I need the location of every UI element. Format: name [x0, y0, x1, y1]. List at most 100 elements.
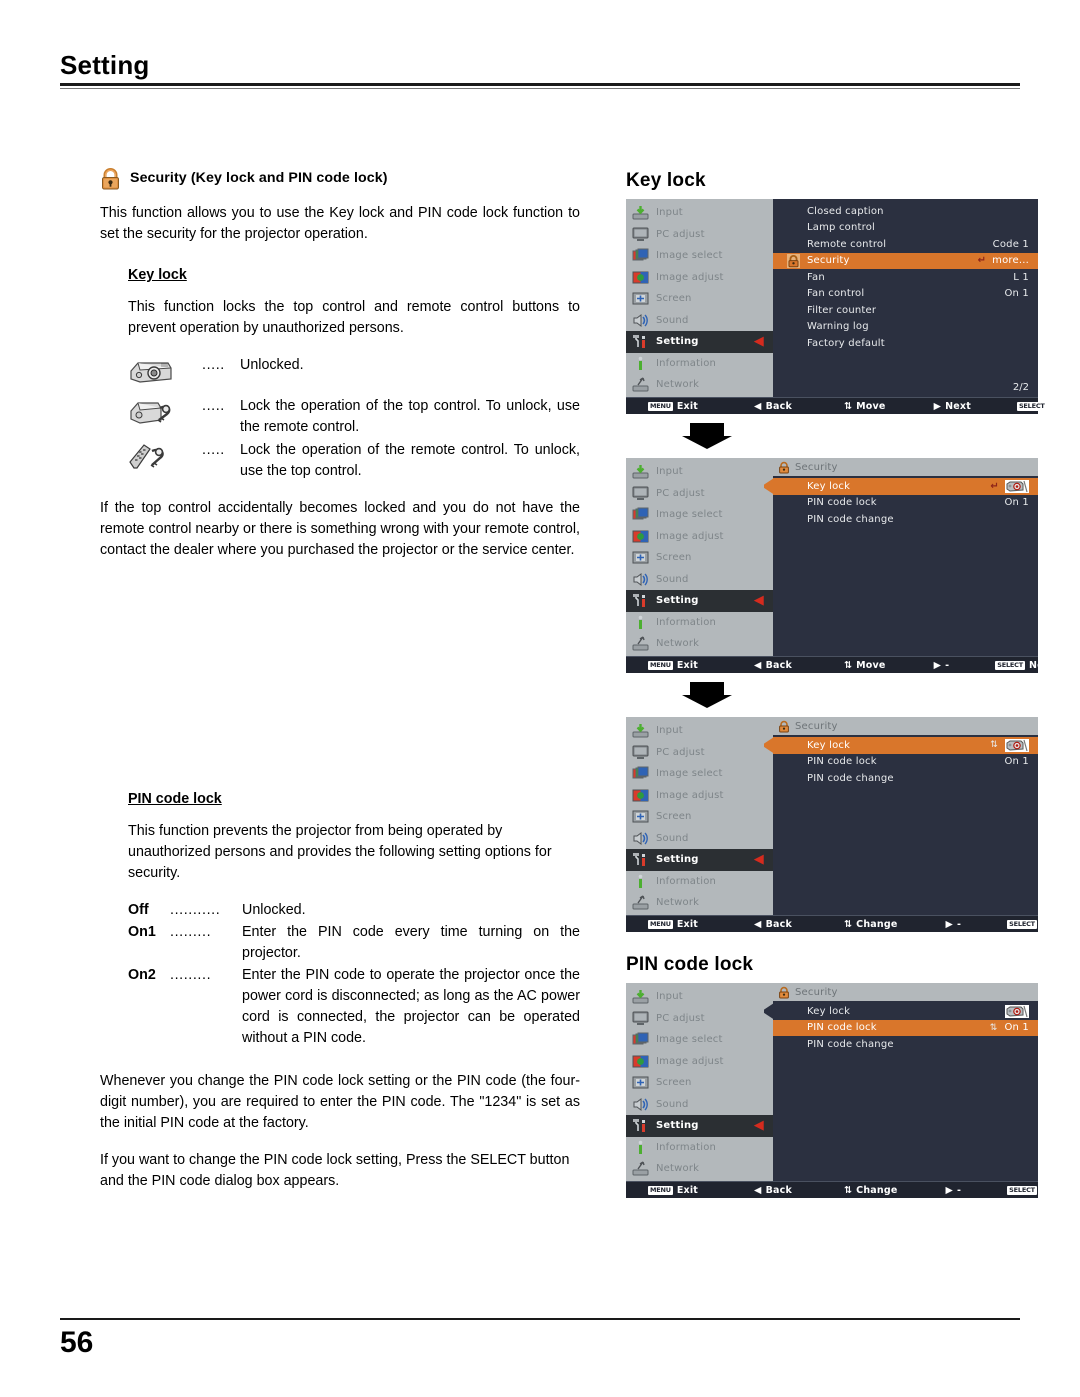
sidebar-item-screen[interactable]: Screen	[626, 806, 773, 828]
menu-row-key-lock[interactable]: Key lock ⇅	[764, 737, 1038, 754]
osd-panel-security-pincodelock: Input PC adjust Image select Image adjus…	[626, 983, 1075, 1218]
padlock-icon	[100, 168, 121, 190]
footer-back[interactable]: ◀ Back	[754, 401, 792, 412]
sidebar-item-image-adjust[interactable]: Image adjust	[626, 526, 773, 548]
menu-row-pin-code-change[interactable]: PIN code change	[773, 1036, 1038, 1053]
menu-row-label: Factory default	[807, 337, 885, 349]
sidebar-item-setting[interactable]: Setting ◀	[626, 849, 782, 871]
sidebar-item-input[interactable]: Input	[626, 461, 773, 483]
footer-change[interactable]: ⇅ Change	[844, 919, 898, 930]
security-heading-label: Security (Key lock and PIN code lock)	[130, 170, 388, 186]
sidebar-item-screen[interactable]: Screen	[626, 547, 773, 569]
right-arrow-icon: ▶	[933, 400, 942, 412]
sidebar-item-network[interactable]: Network	[626, 633, 773, 655]
menu-row-value: On 1	[1004, 288, 1029, 300]
footer-back[interactable]: ◀ Back	[754, 919, 792, 930]
remote-key-icon	[128, 440, 202, 472]
footer-back[interactable]: ◀ Back	[754, 660, 792, 671]
sidebar-item-label: Information	[656, 1141, 717, 1153]
footer-change[interactable]: ⇅ Change	[844, 1185, 898, 1196]
menu-row-value: more...	[992, 255, 1029, 267]
menu-row[interactable]: Filter counter	[773, 302, 1038, 319]
sidebar-item-input[interactable]: Input	[626, 986, 773, 1008]
sidebar-item-network[interactable]: Network	[626, 892, 773, 914]
menu-row[interactable]: Warning log	[773, 319, 1038, 336]
footer-select[interactable]: SELECT Select	[1007, 1185, 1075, 1196]
sidebar-item-screen[interactable]: Screen	[626, 288, 773, 310]
menu-row-pin-code-lock[interactable]: PIN code lock On 1	[773, 754, 1038, 771]
menu-row[interactable]: Remote control Code 1	[773, 236, 1038, 253]
sidebar-item-sound[interactable]: Sound	[626, 569, 773, 591]
sidebar-item-sound[interactable]: Sound	[626, 1094, 773, 1116]
sidebar-item-image-select[interactable]: Image select	[626, 763, 773, 785]
menu-row[interactable]: Fan L 1	[773, 269, 1038, 286]
enter-arrow-icon: ↵	[977, 255, 987, 267]
footer-exit[interactable]: MENU Exit	[648, 1185, 698, 1196]
sidebar-item-setting[interactable]: Setting ◀	[626, 331, 782, 353]
menu-row-pin-code-change[interactable]: PIN code change	[773, 511, 1038, 528]
sidebar-item-network[interactable]: Network	[626, 1158, 773, 1180]
footer-exit[interactable]: MENU Exit	[648, 401, 698, 412]
updown-arrow-icon: ⇅	[990, 740, 998, 751]
menu-row-pin-code-lock[interactable]: PIN code lock On 1	[773, 495, 1038, 512]
sidebar-item-image-select[interactable]: Image select	[626, 245, 773, 267]
footer-exit[interactable]: MENU Exit	[648, 660, 698, 671]
sidebar-item-image-select[interactable]: Image select	[626, 504, 773, 526]
updown-arrow-icon: ⇅	[843, 400, 853, 412]
footer-label: Back	[765, 1184, 792, 1196]
info-icon	[632, 615, 649, 630]
sidebar-item-setting[interactable]: Setting ◀	[626, 590, 782, 612]
menu-row[interactable]: Fan control On 1	[773, 286, 1038, 303]
speaker-icon	[632, 1097, 649, 1112]
osd-menu-list: Security Key lock PIN code lock ⇅ On 1 P…	[764, 983, 1038, 1181]
menu-row-label: Key lock	[807, 739, 851, 751]
panel-head-label: Security	[795, 986, 838, 998]
footer-select[interactable]: SELECT Next	[1016, 401, 1077, 412]
sidebar-item-information[interactable]: Information	[626, 353, 773, 375]
image-adjust-icon	[632, 270, 649, 285]
osd-sidebar: Input PC adjust Image select Image adjus…	[626, 717, 782, 915]
sidebar-item-image-adjust[interactable]: Image adjust	[626, 1051, 773, 1073]
sidebar-item-screen[interactable]: Screen	[626, 1072, 773, 1094]
enter-arrow-icon: ↵	[990, 480, 999, 492]
footer-move[interactable]: ⇅ Move	[844, 660, 886, 671]
sidebar-item-pc-adjust[interactable]: PC adjust	[626, 224, 773, 246]
sidebar-item-setting[interactable]: Setting ◀	[626, 1115, 782, 1137]
sidebar-item-label: Image select	[656, 250, 723, 262]
sidebar-item-input[interactable]: Input	[626, 202, 773, 224]
menu-row[interactable]: Closed caption	[773, 203, 1038, 220]
menu-row[interactable]: Factory default	[773, 335, 1038, 352]
key-lock-option-dots: .....	[202, 357, 225, 373]
footer-exit[interactable]: MENU Exit	[648, 919, 698, 930]
sidebar-item-image-adjust[interactable]: Image adjust	[626, 785, 773, 807]
footer-select[interactable]: SELECT Select	[1007, 919, 1075, 930]
sidebar-item-image-adjust[interactable]: Image adjust	[626, 267, 773, 289]
menu-row-pin-code-lock[interactable]: PIN code lock ⇅ On 1	[773, 1019, 1038, 1036]
menu-row-label: Key lock	[807, 480, 851, 492]
sidebar-item-network[interactable]: Network	[626, 374, 773, 396]
sidebar-item-sound[interactable]: Sound	[626, 310, 773, 332]
sidebar-item-pc-adjust[interactable]: PC adjust	[626, 742, 773, 764]
menu-row-key-lock[interactable]: Key lock ↵	[764, 478, 1038, 495]
menu-row-pin-code-change[interactable]: PIN code change	[773, 770, 1038, 787]
footer-move[interactable]: ⇅ Move	[844, 401, 886, 412]
sidebar-item-information[interactable]: Information	[626, 871, 773, 893]
footer-back[interactable]: ◀ Back	[754, 1185, 792, 1196]
menu-row-security[interactable]: Security ↵ more...	[773, 252, 1038, 269]
footer-next[interactable]: ▶ Next	[934, 401, 971, 412]
menu-row-key-lock[interactable]: Key lock	[764, 1003, 1038, 1020]
sidebar-item-pc-adjust[interactable]: PC adjust	[626, 1008, 773, 1030]
sidebar-item-pc-adjust[interactable]: PC adjust	[626, 483, 773, 505]
menu-row[interactable]: Lamp control	[773, 220, 1038, 237]
sidebar-item-image-select[interactable]: Image select	[626, 1029, 773, 1051]
sidebar-item-sound[interactable]: Sound	[626, 828, 773, 850]
sidebar-item-information[interactable]: Information	[626, 612, 773, 634]
sidebar-item-information[interactable]: Information	[626, 1137, 773, 1159]
menu-row-label: PIN code change	[807, 513, 894, 525]
osd-menu-list: Security Key lock ↵ PIN code lock On 1 PI…	[764, 458, 1038, 656]
sidebar-item-input[interactable]: Input	[626, 720, 773, 742]
pin-option-desc: Unlocked.	[242, 902, 306, 918]
menu-row-value: On 1	[1004, 756, 1029, 768]
footer-select[interactable]: SELECT Next	[995, 660, 1055, 671]
footer-rule	[60, 1318, 1020, 1320]
